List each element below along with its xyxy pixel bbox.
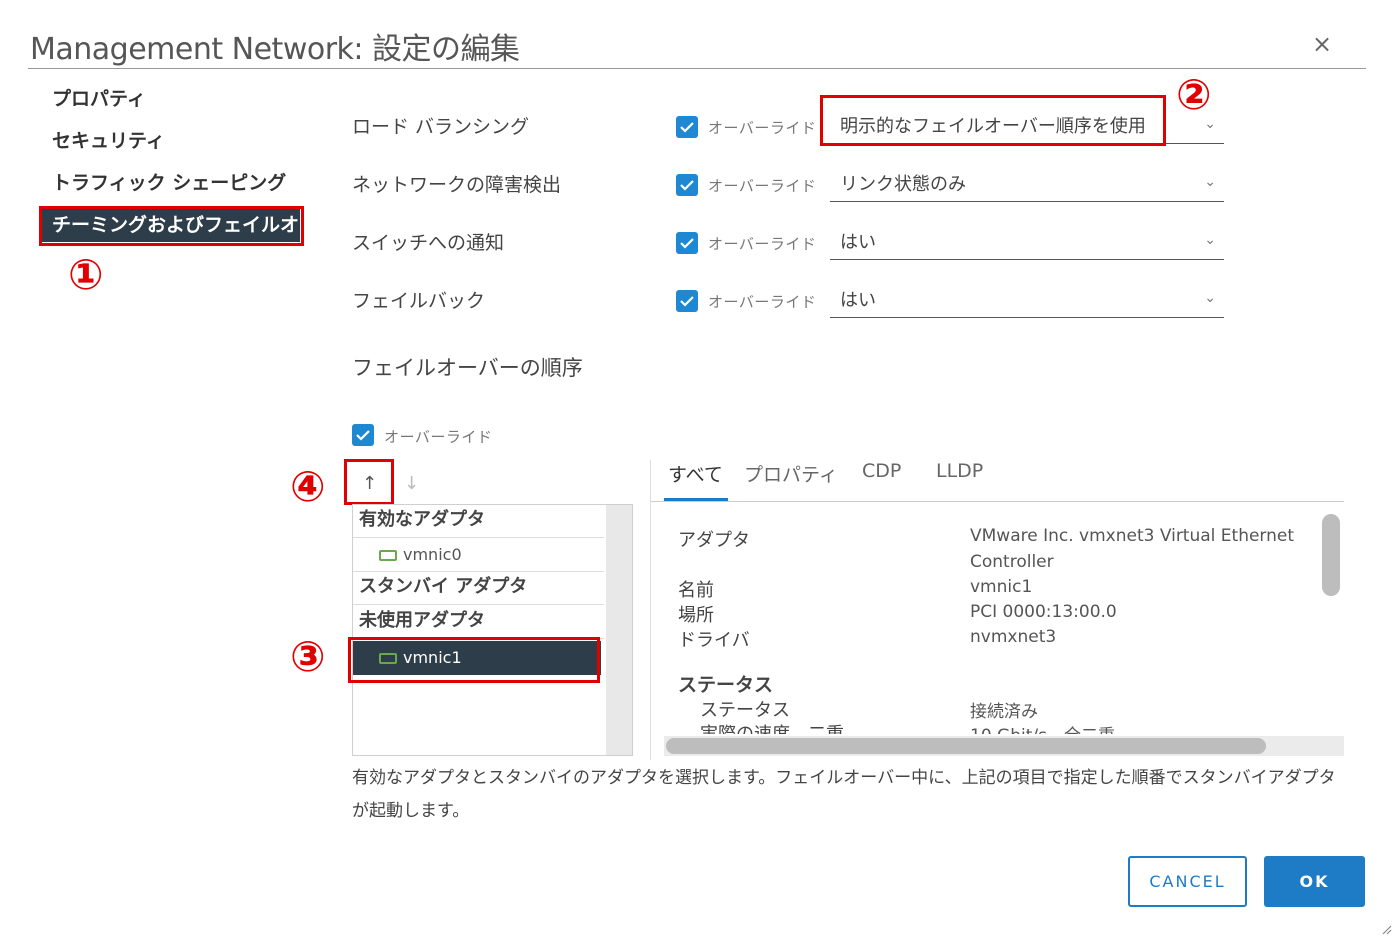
failback-value: はい (840, 290, 876, 311)
details-content: アダプタ VMware Inc. vmxnet3 Virtual Etherne… (664, 506, 1320, 734)
title-divider (28, 68, 1366, 69)
failover-override-label: オーバーライド (384, 428, 493, 446)
notify-switches-override-label: オーバーライド (708, 235, 817, 253)
failure-detection-select[interactable]: リンク状態のみ ⌄ (830, 162, 1224, 202)
detail-value-driver: nvmxnet3 (970, 627, 1057, 647)
chevron-down-icon: ⌄ (1204, 174, 1216, 190)
detail-value-speed: 10 Gbit/s、全二重 (970, 721, 1115, 734)
annotation-box-1 (39, 206, 304, 246)
active-adapters-header: 有効なアダプタ (353, 505, 604, 538)
check-icon (680, 180, 694, 191)
annotation-number-3: ③ (290, 632, 326, 681)
panel-divider (650, 460, 651, 760)
notify-switches-label: スイッチへの通知 (352, 232, 505, 254)
help-text: 有効なアダプタとスタンバイのアダプタを選択します。フェイルオーバー中に、上記の項… (352, 768, 1336, 821)
failure-detection-override-label: オーバーライド (708, 177, 817, 195)
detail-label-status: ステータス (700, 700, 790, 721)
chevron-down-icon: ⌄ (1204, 232, 1216, 248)
annotation-box-4 (344, 459, 394, 505)
check-icon (356, 430, 370, 441)
detail-label-driver: ドライバ (678, 630, 750, 651)
failback-label: フェイルバック (352, 290, 486, 312)
detail-label-name: 名前 (678, 580, 714, 601)
failback-override-checkbox[interactable] (676, 290, 698, 312)
check-icon (680, 122, 694, 133)
detail-value-adapter-cont: Controller (970, 552, 1054, 572)
load-balancing-override-checkbox[interactable] (676, 116, 698, 138)
tab-divider (650, 501, 1344, 502)
annotation-box-3 (348, 637, 600, 683)
detail-value-adapter: VMware Inc. vmxnet3 Virtual Ethernet (970, 526, 1295, 546)
annotation-box-2 (820, 95, 1166, 146)
failback-override-label: オーバーライド (708, 293, 817, 311)
adapter-list-scrollbar[interactable] (606, 505, 632, 755)
failure-detection-value: リンク状態のみ (840, 174, 966, 195)
load-balancing-override-label: オーバーライド (708, 119, 817, 137)
status-section-title: ステータス (678, 674, 774, 696)
detail-value-name: vmnic1 (970, 577, 1033, 597)
failure-detection-override-checkbox[interactable] (676, 174, 698, 196)
detail-label-location: 場所 (678, 605, 714, 626)
tab-all[interactable]: すべて (668, 460, 723, 487)
detail-label-speed: 実際の速度、二重 (700, 720, 844, 734)
dialog-title: Management Network: 設定の編集 (30, 32, 520, 67)
details-horizontal-scroll-thumb[interactable] (666, 738, 1266, 754)
adapter-vmnic0[interactable]: vmnic0 (353, 538, 604, 572)
unused-adapters-header: 未使用アダプタ (353, 606, 604, 639)
standby-adapters-header: スタンバイ アダプタ (353, 572, 604, 605)
annotation-number-2: ② (1176, 70, 1212, 119)
tab-cdp[interactable]: CDP (862, 460, 901, 482)
sidebar-item-properties[interactable]: プロパティ (52, 84, 146, 111)
adapter-name: vmnic0 (403, 545, 462, 564)
move-down-icon[interactable]: ↓ (404, 473, 419, 494)
notify-switches-override-checkbox[interactable] (676, 232, 698, 254)
annotation-number-4: ④ (290, 462, 326, 511)
active-tab-indicator (664, 498, 728, 501)
check-icon (680, 296, 694, 307)
check-icon (680, 238, 694, 249)
details-vertical-scroll-thumb[interactable] (1322, 514, 1340, 596)
failure-detection-label: ネットワークの障害検出 (352, 174, 562, 196)
notify-switches-value: はい (840, 232, 876, 253)
tab-lldp[interactable]: LLDP (936, 460, 983, 482)
tab-properties[interactable]: プロパティ (744, 460, 838, 487)
failover-order-title: フェイルオーバーの順序 (352, 356, 583, 380)
failover-override-checkbox[interactable] (352, 424, 374, 446)
sidebar-item-security[interactable]: セキュリティ (52, 126, 165, 153)
detail-value-location: PCI 0000:13:00.0 (970, 602, 1117, 622)
nic-icon (379, 550, 397, 561)
ok-button[interactable]: OK (1264, 856, 1365, 907)
annotation-number-1: ① (68, 250, 104, 299)
detail-label-adapter: アダプタ (678, 530, 750, 551)
sidebar-item-traffic-shaping[interactable]: トラフィック シェーピング (52, 168, 286, 195)
close-icon[interactable]: × (1312, 32, 1332, 56)
cancel-button[interactable]: CANCEL (1128, 856, 1247, 907)
resize-handle-icon[interactable] (1380, 920, 1392, 935)
notify-switches-select[interactable]: はい ⌄ (830, 220, 1224, 260)
load-balancing-label: ロード バランシング (352, 116, 530, 138)
chevron-down-icon: ⌄ (1204, 290, 1216, 306)
failback-select[interactable]: はい ⌄ (830, 278, 1224, 318)
detail-value-status: 接続済み (970, 702, 1038, 722)
